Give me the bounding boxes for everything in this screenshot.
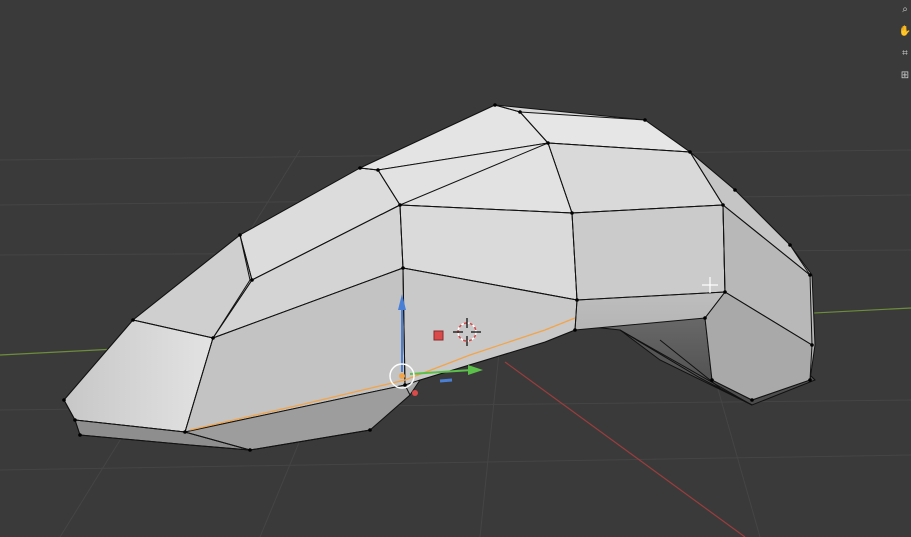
ortho-grid-icon[interactable]: ⊞ [899, 68, 911, 84]
navigation-controls: ⌕ ✋ ⌗ ⊞ [899, 0, 911, 102]
3d-viewport[interactable] [0, 0, 911, 537]
gizmo-y-arrowhead[interactable] [468, 365, 483, 375]
x-axis-line [504, 361, 746, 537]
zoom-icon[interactable]: ⌕ [899, 2, 911, 18]
camera-icon[interactable]: ⌗ [899, 46, 911, 62]
gizmo-y-plane-handle[interactable] [439, 378, 453, 383]
pan-hand-icon[interactable]: ✋ [899, 24, 911, 40]
gizmo-x-dot[interactable] [412, 390, 418, 396]
mesh-object[interactable] [62, 103, 816, 452]
gizmo-x-plane-handle[interactable] [433, 330, 444, 341]
object-origin [399, 373, 405, 379]
